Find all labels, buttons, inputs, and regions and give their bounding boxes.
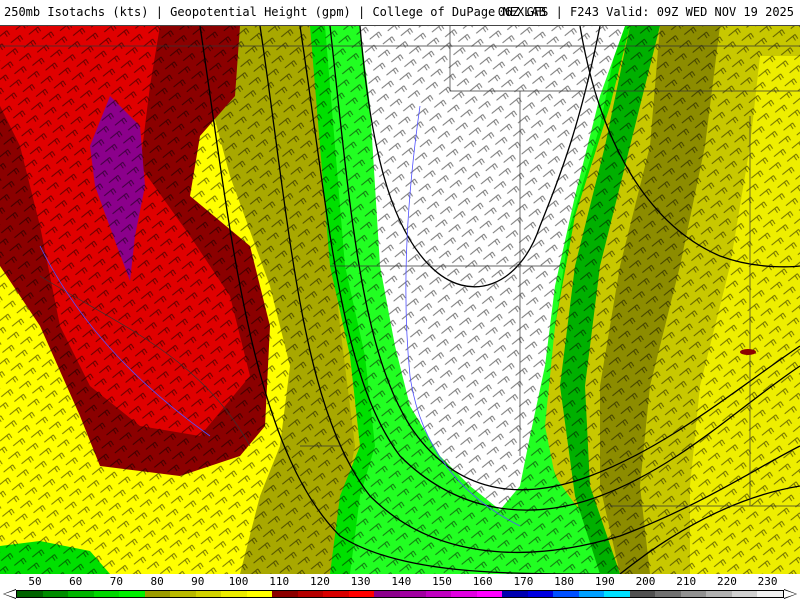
legend-swatch [68,591,94,597]
legend-swatch [629,591,656,597]
legend-swatch [221,591,247,597]
legend-arrow-left-icon [4,590,16,598]
legend-swatch [757,591,783,597]
legend-swatch [527,591,554,597]
legend-swatch [553,591,579,597]
legend-swatch [348,591,375,597]
legend-tick-label: 210 [676,575,697,588]
legend-tick-label: 230 [757,575,778,588]
map-header: 250mb Isotachs (kts) | Geopotential Heig… [0,0,800,26]
legend-tick-label: 60 [69,575,83,588]
legend-tick-label: 150 [432,575,452,588]
legend-swatch [297,591,324,597]
legend-tick-label: 140 [391,575,412,588]
legend-swatch [144,591,171,597]
legend-swatch [272,591,298,597]
legend-swatch [578,591,605,597]
legend-arrow-right-icon [784,590,796,598]
legend-swatch [706,591,732,597]
legend-swatch [323,591,349,597]
legend-swatch [374,591,400,597]
legend-swatch [17,591,43,597]
legend-swatch [655,591,681,597]
legend-tick-label: 80 [150,575,164,588]
legend-swatch [476,591,503,597]
wind-barbs [0,26,800,574]
model-run-info: 06Z GFS | F243 Valid: 09Z WED NOV 19 202… [497,5,794,19]
legend-tick-label: 170 [513,575,534,588]
legend-swatch [451,591,477,597]
legend-tick-label: 220 [716,575,737,588]
legend-tick-label: 100 [228,575,249,588]
legend-tick-label: 90 [191,575,205,588]
legend-tick-label: 200 [635,575,656,588]
legend-swatch [502,591,528,597]
legend-swatch [604,591,630,597]
legend-labels: 50 60 70 80 90 100 110 120 130 140 150 160 170 180 190… [0,575,800,588]
legend-tick-label: 180 [554,575,575,588]
legend-tick-label: 70 [109,575,124,588]
legend-tick-label: 160 [472,575,493,588]
legend-swatch [680,591,707,597]
color-legend: 50 60 70 80 90 100 110 120 130 140 150 160 170 180 190… [0,574,800,600]
isotach-map [0,26,800,574]
legend-swatch [93,591,120,597]
legend-tick-label: 190 [594,575,615,588]
legend-swatch [731,591,758,597]
legend-color-bar [16,590,784,598]
legend-swatch [425,591,452,597]
legend-tick-label: 110 [269,575,290,588]
legend-swatch [119,591,145,597]
legend-tick-label: 130 [350,575,371,588]
legend-swatch [399,591,426,597]
legend-swatch [246,591,273,597]
legend-swatch [195,591,222,597]
legend-swatch [42,591,69,597]
legend-tick-label: 120 [309,575,330,588]
legend-tick-label: 50 [28,575,42,588]
legend-swatch [170,591,196,597]
product-title: 250mb Isotachs (kts) | Geopotential Heig… [4,5,546,19]
field-small-max [740,349,756,355]
